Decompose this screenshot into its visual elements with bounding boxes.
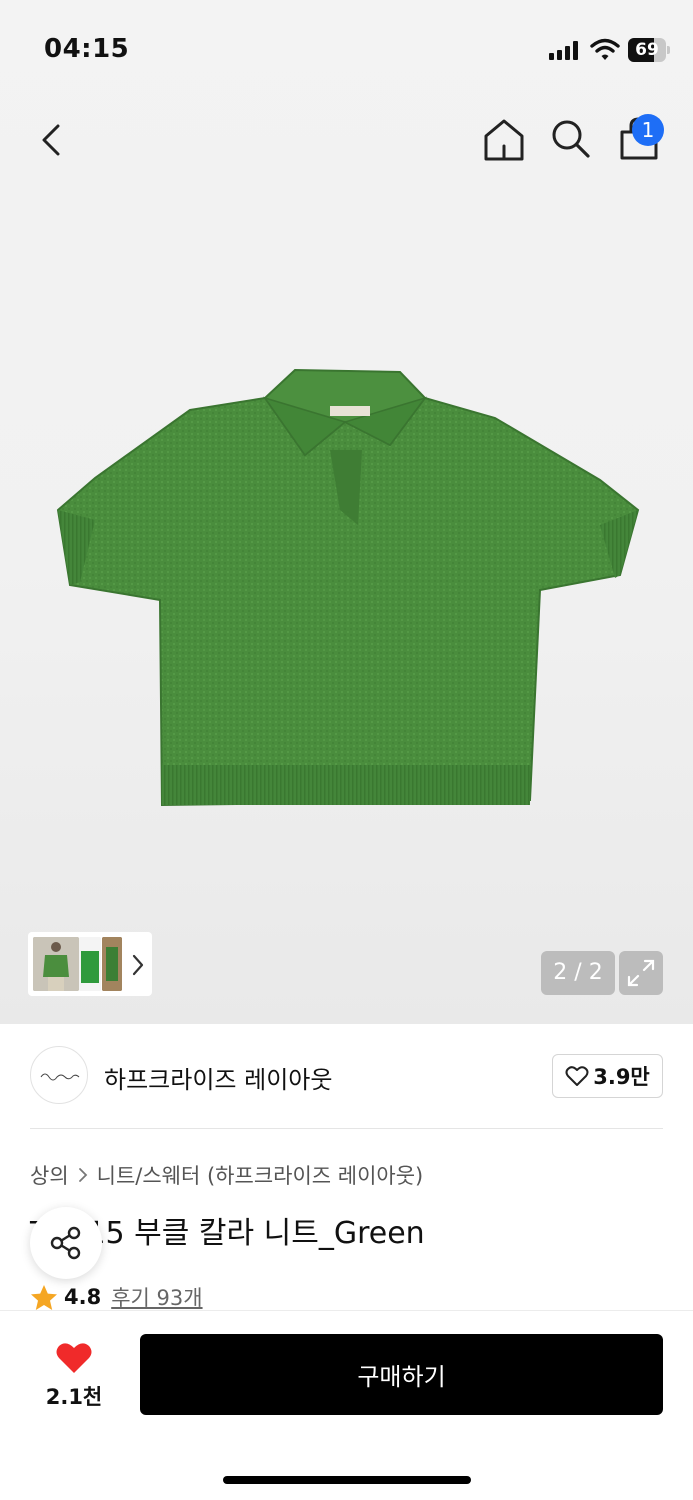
wish-count: 2.1천 bbox=[45, 1385, 103, 1409]
brand-name[interactable]: 하프크라이즈 레이아웃 bbox=[104, 1060, 332, 1095]
rating-score: 4.8 bbox=[64, 1285, 102, 1309]
bottom-action-bar: 2.1천 구매하기 bbox=[0, 1310, 693, 1500]
star-icon bbox=[31, 1284, 57, 1310]
buy-button[interactable]: 구매하기 bbox=[140, 1334, 663, 1415]
home-indicator bbox=[223, 1476, 471, 1484]
chevron-right-icon bbox=[78, 1168, 87, 1182]
page-indicator: 2 / 2 bbox=[541, 951, 615, 995]
rating-row: 4.8 후기 93개 bbox=[30, 1282, 203, 1312]
status-bar: 04:15 69 bbox=[0, 0, 693, 100]
status-time: 04:15 bbox=[44, 34, 130, 64]
cart-badge: 1 bbox=[632, 114, 664, 146]
wifi-icon bbox=[590, 38, 620, 60]
chevron-right-icon[interactable] bbox=[130, 952, 146, 978]
home-button[interactable] bbox=[480, 116, 528, 164]
product-image[interactable] bbox=[40, 360, 650, 860]
brand-logo-mark bbox=[40, 1073, 80, 1081]
back-button[interactable] bbox=[30, 118, 74, 162]
share-icon bbox=[50, 1226, 81, 1260]
breadcrumb: 상의 니트/스웨터 (하프크라이즈 레이아웃) bbox=[30, 1160, 423, 1190]
brand-like-button[interactable]: 3.9만 bbox=[552, 1054, 663, 1098]
cellular-signal-icon bbox=[549, 40, 578, 60]
brand-row[interactable]: 하프크라이즈 레이아웃 3.9만 bbox=[0, 1024, 693, 1129]
heart-outline-icon bbox=[565, 1066, 589, 1086]
thumbnail-product[interactable] bbox=[79, 937, 101, 991]
divider bbox=[30, 1128, 663, 1129]
review-link[interactable]: 후기 93개 bbox=[111, 1282, 202, 1312]
share-button[interactable] bbox=[30, 1207, 102, 1279]
thumbnail-model[interactable] bbox=[33, 937, 79, 991]
heart-filled-icon bbox=[56, 1343, 92, 1373]
expand-button[interactable] bbox=[619, 951, 663, 995]
battery-icon: 69 bbox=[628, 38, 670, 62]
breadcrumb-category[interactable]: 상의 bbox=[30, 1160, 69, 1190]
expand-icon bbox=[627, 959, 655, 987]
brand-like-count: 3.9만 bbox=[593, 1065, 650, 1089]
search-button[interactable] bbox=[548, 116, 594, 162]
top-navigation bbox=[0, 100, 693, 180]
thumbnail-detail[interactable] bbox=[102, 937, 122, 991]
battery-level: 69 bbox=[635, 40, 659, 60]
wish-button[interactable]: 2.1천 bbox=[36, 1339, 112, 1411]
breadcrumb-subcategory[interactable]: 니트/스웨터 (하프크라이즈 레이아웃) bbox=[97, 1160, 424, 1190]
brand-logo[interactable] bbox=[30, 1046, 88, 1104]
